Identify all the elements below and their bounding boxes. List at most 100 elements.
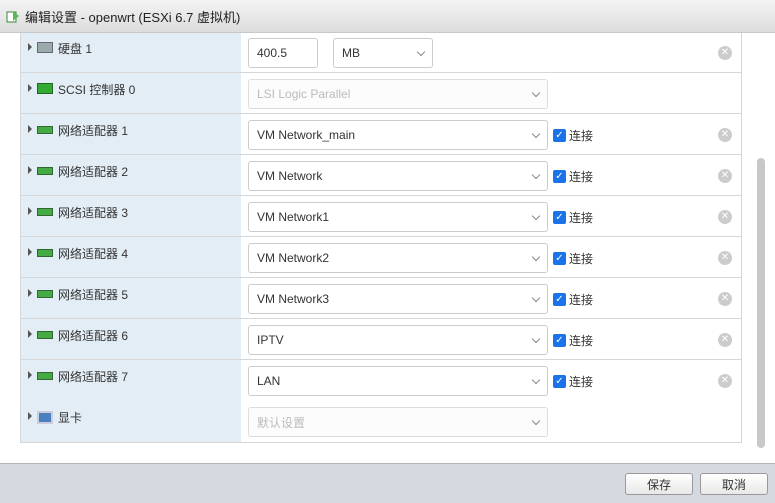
save-button[interactable]: 保存: [625, 473, 693, 495]
row-network-adapter: 网络适配器 6 IPTV ✓ 连接 ✕: [21, 319, 741, 360]
remove-icon[interactable]: ✕: [718, 210, 732, 224]
settings-scroll-area: 硬盘 1 400.5 MB ✕ SCSI 控制器 0 LSI Logic Par…: [0, 33, 775, 455]
network-adapter-icon: [37, 249, 53, 257]
network-adapter-icon: [37, 331, 53, 339]
checkbox-checked-icon: ✓: [553, 375, 566, 388]
row-video: 显卡 默认设置: [21, 401, 741, 442]
chevron-down-icon: [531, 252, 541, 261]
checkbox-checked-icon: ✓: [553, 293, 566, 306]
network-adapter-icon: [37, 126, 53, 134]
network-select[interactable]: VM Network_main: [248, 120, 548, 150]
row-label: 网络适配器 2: [58, 165, 129, 179]
network-select[interactable]: LAN: [248, 366, 548, 396]
disk-unit-select[interactable]: MB: [333, 38, 433, 68]
chevron-down-icon: [531, 293, 541, 302]
checkbox-checked-icon: ✓: [553, 129, 566, 142]
value: MB: [342, 46, 360, 60]
connect-checkbox[interactable]: ✓ 连接: [553, 373, 593, 390]
network-select[interactable]: VM Network: [248, 161, 548, 191]
row-label: SCSI 控制器 0: [58, 83, 136, 97]
scsi-icon: [37, 83, 53, 94]
connect-checkbox[interactable]: ✓ 连接: [553, 291, 593, 308]
network-select[interactable]: VM Network2: [248, 243, 548, 273]
chevron-down-icon: [416, 47, 426, 56]
connect-checkbox[interactable]: ✓ 连接: [553, 168, 593, 185]
row-label: 硬盘 1: [58, 42, 93, 56]
row-label: 网络适配器 1: [58, 124, 129, 138]
value: 默认设置: [257, 415, 306, 430]
connect-label: 连接: [569, 293, 594, 307]
row-label: 网络适配器 4: [58, 247, 129, 261]
disk-size-input[interactable]: 400.5: [248, 38, 318, 68]
chevron-down-icon: [531, 375, 541, 384]
connect-label: 连接: [569, 211, 594, 225]
disk-icon: [37, 42, 53, 53]
expand-icon[interactable]: [28, 330, 32, 338]
expand-icon[interactable]: [28, 43, 32, 51]
dialog-titlebar: 编辑设置 - openwrt (ESXi 6.7 虚拟机): [0, 0, 775, 33]
value: VM Network3: [257, 292, 330, 306]
row-disk: 硬盘 1 400.5 MB ✕: [21, 33, 741, 73]
connect-label: 连接: [569, 129, 594, 143]
scrollbar[interactable]: [757, 158, 765, 448]
checkbox-checked-icon: ✓: [553, 334, 566, 347]
value: VM Network2: [257, 251, 330, 265]
connect-checkbox[interactable]: ✓ 连接: [553, 250, 593, 267]
remove-icon[interactable]: ✕: [718, 46, 732, 60]
row-label: 网络适配器 7: [58, 370, 129, 384]
value: IPTV: [257, 333, 284, 347]
value: VM Network: [257, 169, 323, 183]
row-network-adapter: 网络适配器 1 VM Network_main ✓ 连接 ✕: [21, 114, 741, 155]
expand-icon[interactable]: [28, 207, 32, 215]
remove-icon[interactable]: ✕: [718, 251, 732, 265]
dialog-footer: 保存 取消: [0, 463, 775, 503]
checkbox-checked-icon: ✓: [553, 211, 566, 224]
monitor-icon: [37, 411, 53, 424]
expand-icon[interactable]: [28, 248, 32, 256]
network-adapter-icon: [37, 372, 53, 380]
network-adapter-icon: [37, 208, 53, 216]
row-label: 显卡: [58, 411, 83, 425]
network-select[interactable]: VM Network3: [248, 284, 548, 314]
network-adapter-icon: [37, 290, 53, 298]
value: 400.5: [257, 46, 288, 60]
expand-icon[interactable]: [28, 125, 32, 133]
remove-icon[interactable]: ✕: [718, 333, 732, 347]
network-select[interactable]: IPTV: [248, 325, 548, 355]
row-network-adapter: 网络适配器 2 VM Network ✓ 连接 ✕: [21, 155, 741, 196]
remove-icon[interactable]: ✕: [718, 128, 732, 142]
remove-icon[interactable]: ✕: [718, 169, 732, 183]
network-select[interactable]: VM Network1: [248, 202, 548, 232]
chevron-down-icon: [531, 416, 541, 425]
expand-icon[interactable]: [28, 371, 32, 379]
network-adapter-icon: [37, 167, 53, 175]
scsi-type-select: LSI Logic Parallel: [248, 79, 548, 109]
hardware-table: 硬盘 1 400.5 MB ✕ SCSI 控制器 0 LSI Logic Par…: [20, 33, 742, 443]
expand-icon[interactable]: [28, 412, 32, 420]
connect-checkbox[interactable]: ✓ 连接: [553, 332, 593, 349]
connect-label: 连接: [569, 375, 594, 389]
connect-label: 连接: [569, 170, 594, 184]
dialog-title: 编辑设置 - openwrt (ESXi 6.7 虚拟机): [25, 9, 241, 25]
expand-icon[interactable]: [28, 166, 32, 174]
expand-icon[interactable]: [28, 289, 32, 297]
connect-label: 连接: [569, 334, 594, 348]
expand-icon[interactable]: [28, 84, 32, 92]
row-network-adapter: 网络适配器 4 VM Network2 ✓ 连接 ✕: [21, 237, 741, 278]
remove-icon[interactable]: ✕: [718, 374, 732, 388]
connect-label: 连接: [569, 252, 594, 266]
row-label: 网络适配器 5: [58, 288, 129, 302]
vm-edit-icon: [6, 11, 19, 23]
row-network-adapter: 网络适配器 7 LAN ✓ 连接 ✕: [21, 360, 741, 401]
value: VM Network_main: [257, 128, 356, 142]
connect-checkbox[interactable]: ✓ 连接: [553, 127, 593, 144]
chevron-down-icon: [531, 129, 541, 138]
remove-icon[interactable]: ✕: [718, 292, 732, 306]
value: VM Network1: [257, 210, 330, 224]
value: LAN: [257, 374, 281, 388]
cancel-button[interactable]: 取消: [700, 473, 768, 495]
chevron-down-icon: [531, 170, 541, 179]
row-label: 网络适配器 6: [58, 329, 129, 343]
connect-checkbox[interactable]: ✓ 连接: [553, 209, 593, 226]
chevron-down-icon: [531, 211, 541, 220]
